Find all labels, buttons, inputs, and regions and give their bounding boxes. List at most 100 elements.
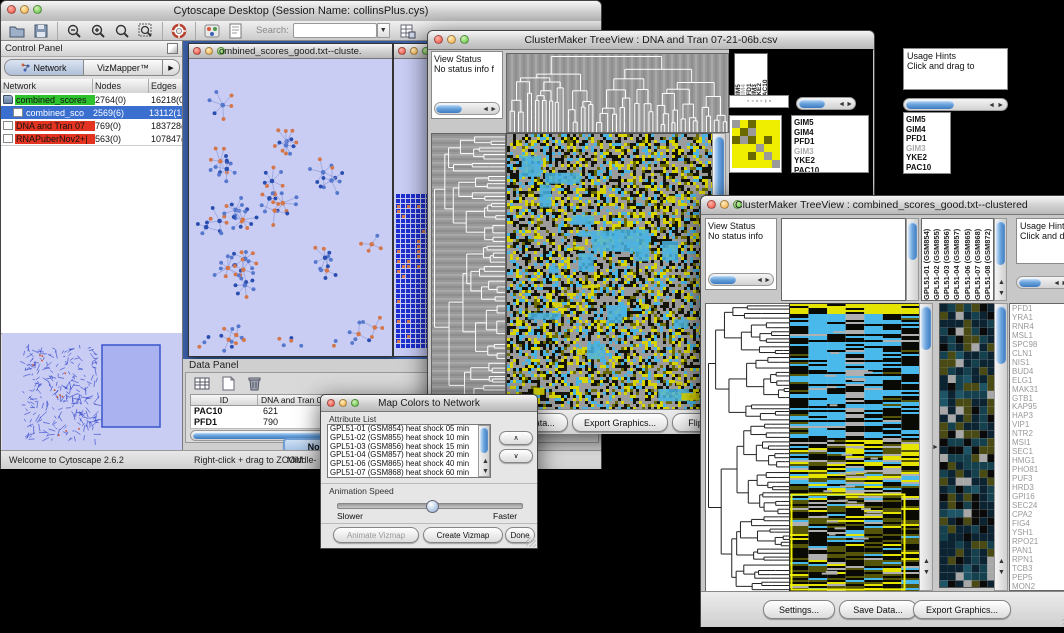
animate-vizmap-button[interactable]: Animate Vizmap	[333, 527, 419, 543]
gene-label: GIM4	[906, 125, 950, 135]
save-session-button[interactable]	[29, 22, 53, 40]
network-graph-canvas[interactable]	[189, 59, 390, 355]
scroll-right-icon[interactable]: ►	[846, 101, 853, 108]
minimize-icon[interactable]	[410, 47, 418, 55]
minimize-icon[interactable]	[339, 399, 347, 407]
scroll-up-icon[interactable]: ▲	[482, 458, 489, 465]
scroll-left-icon[interactable]: ◄	[482, 106, 489, 113]
attribute-select-icon[interactable]	[190, 374, 214, 392]
treeview2-heatmap[interactable]	[789, 303, 921, 593]
scroll-up-icon[interactable]: ▲	[998, 558, 1005, 565]
save-data-button[interactable]: Save Data...	[839, 600, 917, 619]
tab-network[interactable]: Network	[4, 59, 84, 76]
scroll-right-icon[interactable]: ►	[764, 277, 771, 284]
scroll-right-icon[interactable]: ►	[997, 102, 1004, 109]
view-status-hscrollbar[interactable]: ◄ ►	[708, 273, 774, 286]
tab-vizmapper[interactable]: VizMapper™	[84, 59, 163, 76]
treeview2-row-dendrogram[interactable]	[705, 303, 791, 593]
treeview1-row-dendrogram[interactable]	[431, 133, 506, 411]
minimize-icon[interactable]	[447, 35, 456, 44]
animation-speed-slider[interactable]	[337, 503, 523, 509]
fragment-hscrollbar[interactable]: ◄ ►	[903, 98, 1008, 111]
treeview2-zoom-heatmap[interactable]	[939, 303, 996, 588]
close-icon[interactable]	[327, 399, 335, 407]
slider-thumb[interactable]	[426, 500, 439, 513]
col-network[interactable]: Network	[1, 79, 93, 93]
zoom-fit-icon[interactable]	[110, 22, 134, 40]
close-icon[interactable]	[398, 47, 406, 55]
treeview2-titlebar[interactable]: ClusterMaker TreeView : combined_scores_…	[701, 196, 1064, 215]
treeview1-mini-toolbar[interactable]: ◦ ◦ ▫ ◦ › ▫	[729, 95, 789, 108]
float-panel-icon[interactable]	[167, 43, 178, 54]
splitter-arrow-icon[interactable]: ►	[932, 444, 939, 451]
network-row[interactable]: RNAPuberNov2+| 563(0) 107847(0)	[1, 132, 182, 145]
treeview2-column-dendrogram-area[interactable]	[781, 218, 906, 301]
scroll-left-icon[interactable]: ◄	[988, 102, 995, 109]
search-input[interactable]	[293, 23, 377, 38]
search-dropdown-icon[interactable]: ▼	[377, 23, 390, 38]
scroll-left-icon[interactable]: ◄	[1053, 280, 1060, 287]
treeview1-zoom-hscrollbar[interactable]: ◄ ►	[796, 97, 856, 110]
new-attribute-icon[interactable]	[216, 374, 240, 392]
attribute-list-item[interactable]: GPL51-07 (GSM868) heat shock 60 min	[328, 469, 490, 478]
treeview2-collabel-vscrollbar[interactable]: ▲ ▼	[994, 218, 1007, 301]
vizmapper-icon[interactable]	[200, 22, 224, 40]
treeview2-heatmap-vscrollbar[interactable]: ▲ ▼	[919, 303, 933, 591]
network-view-titlebar[interactable]: combined_scores_good.txt--cluste...	[189, 44, 392, 59]
move-down-button[interactable]: ∨	[499, 449, 533, 463]
close-icon[interactable]	[434, 35, 443, 44]
close-icon[interactable]	[707, 200, 716, 209]
treeview1-titlebar[interactable]: ClusterMaker TreeView : DNA and Tran 07-…	[428, 31, 874, 50]
zoom-in-icon[interactable]	[86, 22, 110, 40]
export-graphics-button[interactable]: Export Graphics...	[913, 600, 1011, 619]
minimize-icon[interactable]	[205, 47, 213, 55]
scroll-up-icon[interactable]: ▲	[998, 279, 1005, 286]
treeview1-heatmap[interactable]	[506, 133, 713, 411]
correlation-matrix-heatmap[interactable]	[732, 120, 780, 168]
scroll-down-icon[interactable]: ▼	[998, 290, 1005, 297]
delete-attribute-icon[interactable]	[242, 374, 266, 392]
attribute-list-vscrollbar[interactable]: ▲ ▼	[478, 425, 490, 477]
toolbar-separator	[162, 22, 163, 40]
scroll-left-icon[interactable]: ◄	[838, 101, 845, 108]
scroll-down-icon[interactable]: ▼	[923, 569, 930, 576]
scroll-left-icon[interactable]: ◄	[756, 277, 763, 284]
col-nodes[interactable]: Nodes	[93, 79, 149, 93]
dialog-titlebar[interactable]: Map Colors to Network	[321, 395, 537, 412]
annotation-icon[interactable]	[224, 22, 248, 40]
main-titlebar[interactable]: Cytoscape Desktop (Session Name: collins…	[1, 1, 601, 22]
attribute-table-icon[interactable]	[396, 22, 420, 40]
col-edges[interactable]: Edges	[149, 79, 182, 93]
network-row[interactable]: DNA and Tran 07 769(0) 183728(0)	[1, 119, 182, 132]
zoom-out-icon[interactable]	[62, 22, 86, 40]
network-overview-thumbnail[interactable]	[2, 333, 182, 450]
scroll-down-icon[interactable]: ▼	[482, 468, 489, 475]
network-type-icon	[3, 121, 13, 130]
treeview2-coldendro-vscrollbar[interactable]	[906, 218, 919, 301]
scroll-up-icon[interactable]: ▲	[923, 558, 930, 565]
minimize-icon[interactable]	[20, 5, 29, 14]
scroll-down-icon[interactable]: ▼	[998, 569, 1005, 576]
network-row[interactable]: combined_sco 2569(6) 13112(15)	[1, 106, 182, 119]
network-row[interactable]: combined_scores 2764(0) 16218(0)	[1, 93, 182, 106]
treeview1-column-dendrogram[interactable]	[506, 53, 729, 133]
close-icon[interactable]	[193, 47, 201, 55]
export-graphics-button[interactable]: Export Graphics...	[572, 413, 668, 432]
scroll-right-icon[interactable]: ►	[490, 106, 497, 113]
create-vizmap-button[interactable]: Create Vizmap	[423, 527, 503, 543]
view-status-hscrollbar[interactable]: ◄ ►	[434, 102, 500, 115]
settings-button[interactable]: Settings...	[763, 600, 835, 619]
col-id[interactable]: ID	[191, 395, 258, 405]
close-icon[interactable]	[7, 5, 16, 14]
tab-overflow-button[interactable]: ▶	[163, 59, 180, 76]
help-lifebuoy-icon[interactable]	[167, 22, 191, 40]
move-up-button[interactable]: ∧	[499, 431, 533, 445]
column-label: YKE2	[756, 54, 761, 100]
minimize-icon[interactable]	[720, 200, 729, 209]
network-nodes-count: 769(0)	[95, 121, 151, 131]
zoom-selected-icon[interactable]	[134, 22, 158, 40]
open-session-button[interactable]	[5, 22, 29, 40]
resize-grip[interactable]	[526, 537, 536, 547]
treeview2-genes-vscrollbar[interactable]: ▲ ▼	[994, 303, 1008, 591]
treeview2-usage-hscrollbar[interactable]: ◄ ►	[1016, 276, 1064, 289]
